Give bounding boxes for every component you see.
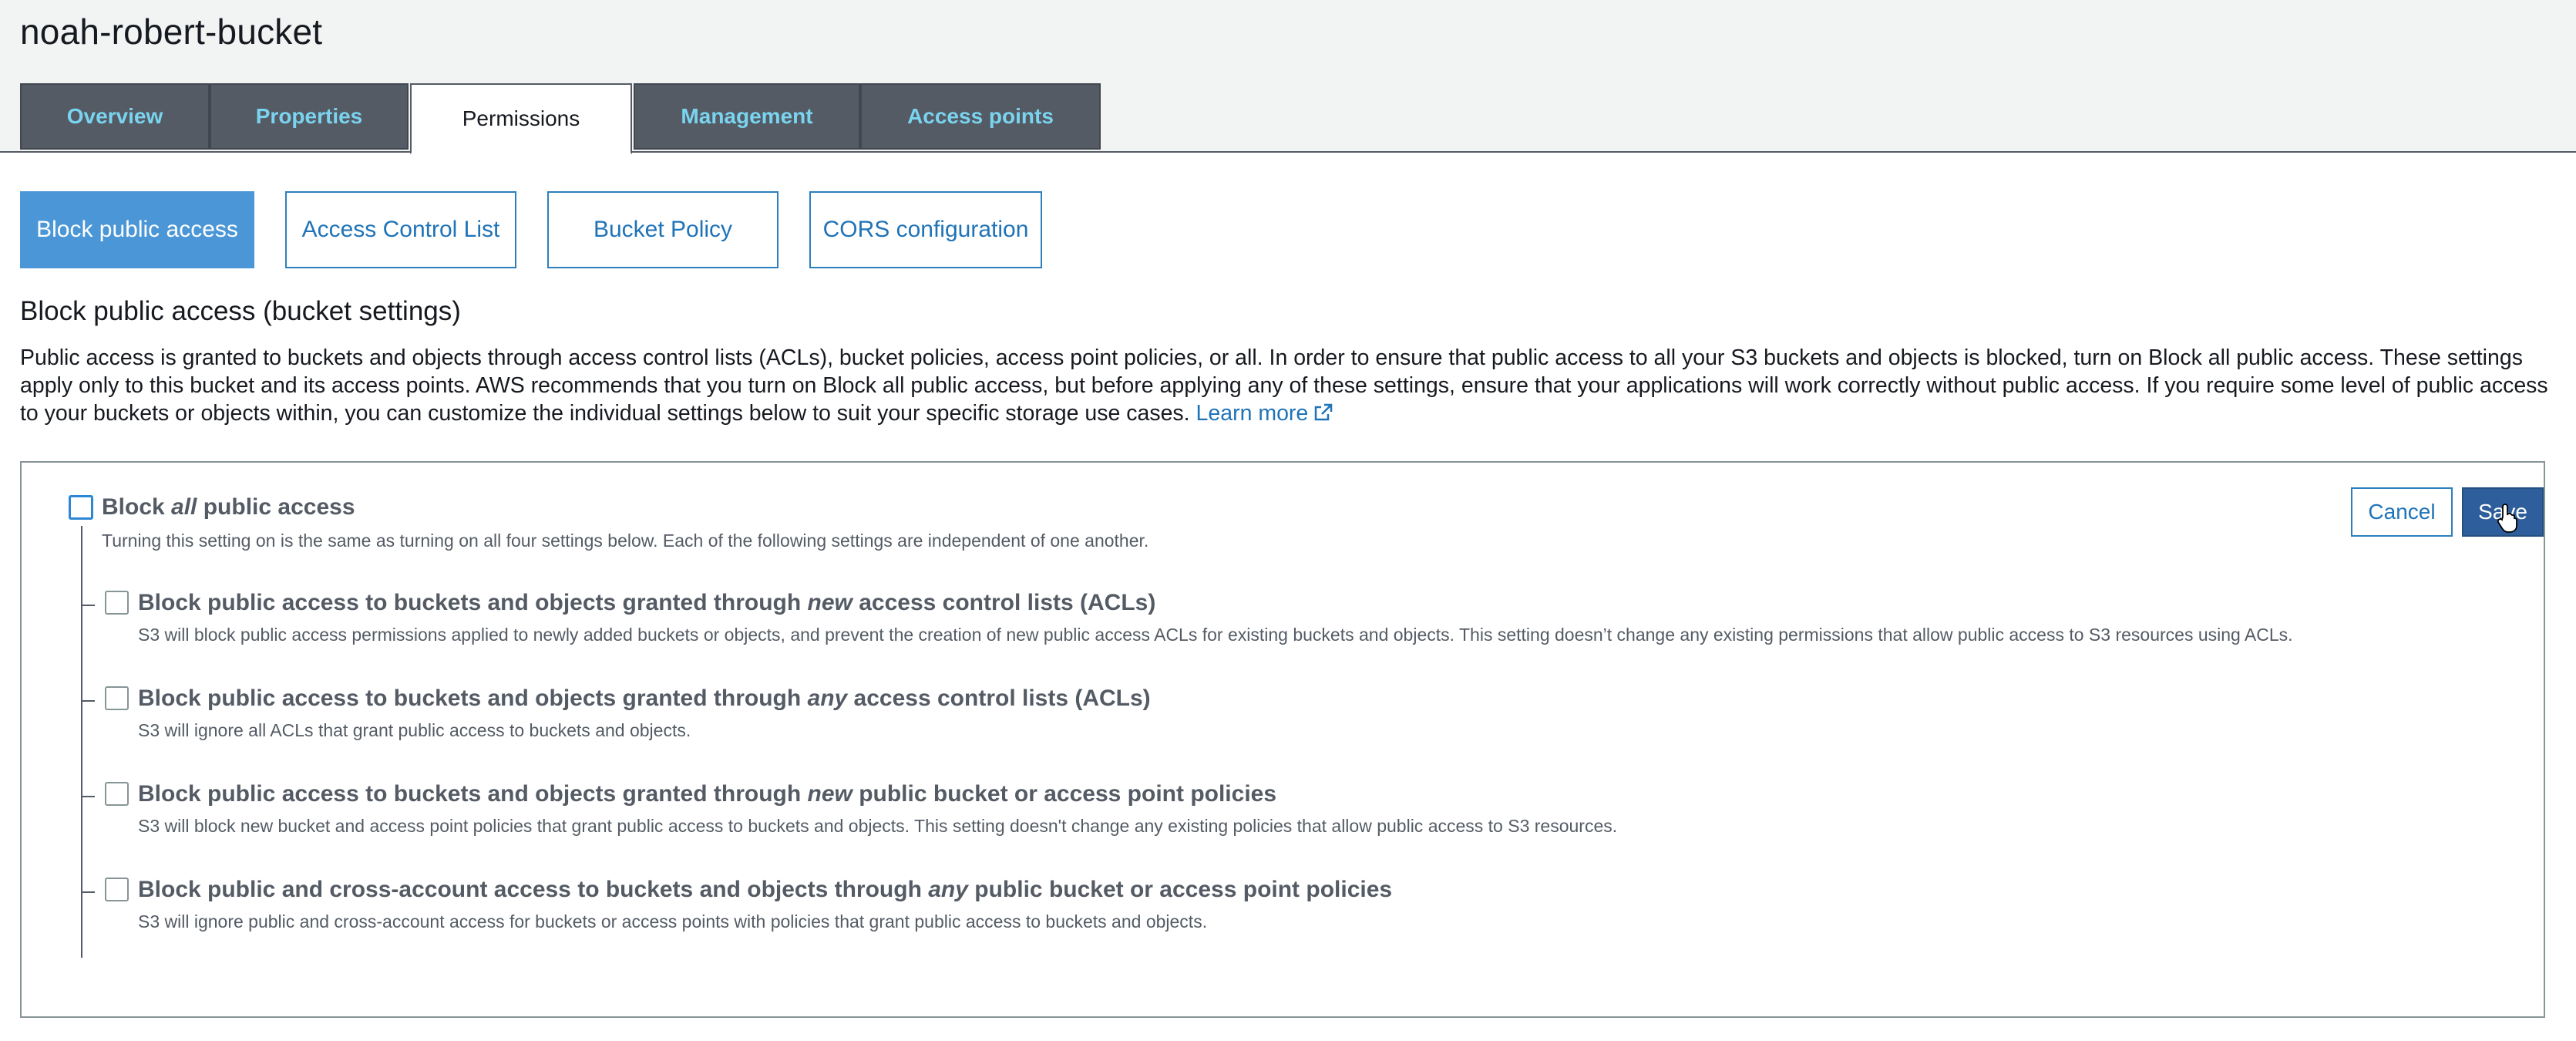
block-all-label: Block all public access [102,494,355,520]
option-any-policies-checkbox[interactable] [105,878,129,901]
tab-permissions[interactable]: Permissions [410,83,632,154]
option-new-policies-label: Block public access to buckets and objec… [138,781,1277,807]
option-new-acls-label: Block public access to buckets and objec… [138,590,1156,615]
option-any-acls-checkbox[interactable] [105,686,129,710]
subtab-bucket-policy[interactable]: Bucket Policy [547,191,779,268]
tab-management[interactable]: Management [634,83,860,150]
tree-branch [81,796,95,797]
subtab-access-control-list[interactable]: Access Control List [285,191,516,268]
option-new-policies-description: S3 will block new bucket and access poin… [138,816,1618,836]
hand-cursor-icon [2497,504,2517,533]
external-link-icon [1315,403,1333,421]
tree-branch [81,605,95,606]
option-new-policies-checkbox[interactable] [105,782,129,806]
tab-properties[interactable]: Properties [210,83,409,150]
option-any-acls-label: Block public access to buckets and objec… [138,686,1151,711]
s3-bucket-permissions-page: noah-robert-bucket Overview Properties P… [0,0,2576,1041]
learn-more-link[interactable]: Learn more [1196,401,1335,426]
option-any-policies-description: S3 will ignore public and cross-account … [138,911,1208,932]
subtab-cors-configuration[interactable]: CORS configuration [809,191,1042,268]
tree-connector [81,526,82,958]
tree-branch [81,700,95,702]
option-new-acls-description: S3 will block public access permissions … [138,625,2293,645]
option-any-policies-label: Block public and cross-account access to… [138,877,1393,902]
block-all-checkbox[interactable] [69,495,93,520]
subtab-block-public-access[interactable]: Block public access [20,191,254,268]
option-new-acls-checkbox[interactable] [105,591,129,615]
tab-overview[interactable]: Overview [20,83,210,150]
block-all-description: Turning this setting on is the same as t… [102,531,1149,551]
tree-branch [81,891,95,893]
page-header: noah-robert-bucket Overview Properties P… [0,0,2576,154]
option-any-acls-description: S3 will ignore all ACLs that grant publi… [138,720,691,740]
block-public-access-panel: Block all public access Turning this set… [20,461,2545,1018]
bucket-title: noah-robert-bucket [20,12,323,52]
cancel-button[interactable]: Cancel [2351,487,2453,537]
tab-access-points[interactable]: Access points [860,83,1101,150]
section-title: Block public access (bucket settings) [20,296,461,326]
section-description: Public access is granted to buckets and … [20,344,2564,427]
